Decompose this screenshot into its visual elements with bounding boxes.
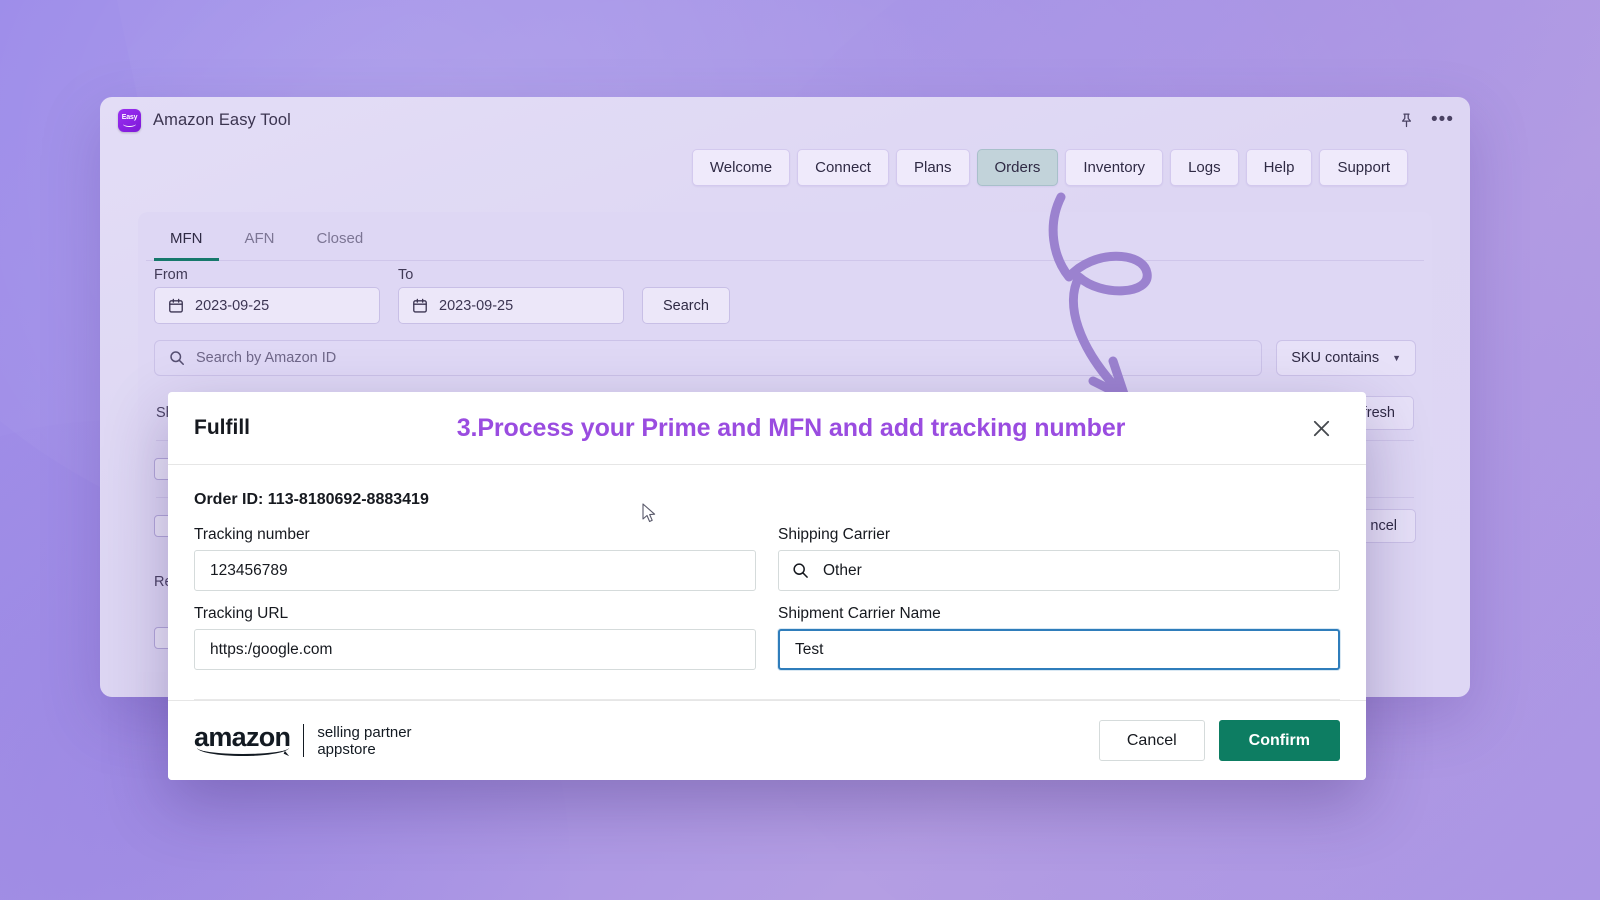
close-icon[interactable] [1304, 411, 1338, 445]
logo-subtitle: selling partner appstore [317, 724, 411, 758]
chevron-down-icon: ▼ [1392, 353, 1401, 363]
subtab-mfn[interactable]: MFN [154, 222, 219, 261]
modal-header: Fulfill 3.Process your Prime and MFN and… [168, 392, 1366, 465]
modal-title: Fulfill [194, 416, 250, 439]
field-shipment-carrier-name: Shipment Carrier Name Test [778, 605, 1340, 670]
tracking-url-input[interactable]: https:/google.com [194, 629, 756, 670]
tracking-url-label: Tracking URL [194, 605, 289, 622]
tracking-url-value: https:/google.com [210, 640, 333, 658]
shipping-carrier-value: Other [823, 561, 862, 579]
more-options-icon[interactable]: ••• [1431, 110, 1454, 129]
calendar-icon [413, 298, 427, 313]
to-date-group: To 2023-09-25 [398, 267, 624, 324]
app-logo-smile [123, 122, 136, 127]
from-date-input[interactable]: 2023-09-25 [154, 287, 380, 324]
to-date-input[interactable]: 2023-09-25 [398, 287, 624, 324]
amazon-selling-partner-logo: amazon selling partner appstore [194, 724, 412, 758]
shipment-carrier-name-value: Test [795, 640, 824, 658]
nav-tab-logs[interactable]: Logs [1170, 149, 1239, 186]
calendar-icon [169, 298, 183, 313]
shipping-carrier-input[interactable]: Other [778, 550, 1340, 591]
order-id-label: Order ID: 113-8180692-8883419 [194, 491, 429, 508]
annotation-text: 3.Process your Prime and MFN and add tra… [456, 413, 1126, 442]
window-titlebar: Easy Amazon Easy Tool ••• [100, 97, 1470, 143]
from-date-value: 2023-09-25 [195, 297, 270, 314]
cancel-button[interactable]: Cancel [1098, 720, 1205, 761]
amazon-wordmark: amazon [194, 724, 291, 757]
nav-tab-help[interactable]: Help [1245, 149, 1313, 186]
tracking-number-label: Tracking number [194, 526, 310, 543]
shipment-carrier-name-label: Shipment Carrier Name [778, 605, 941, 622]
search-icon [793, 563, 808, 578]
fulfill-modal: Fulfill 3.Process your Prime and MFN and… [168, 392, 1366, 780]
subtab-closed[interactable]: Closed [301, 222, 380, 261]
field-tracking-url: Tracking URL https:/google.com [194, 605, 756, 670]
field-shipping-carrier: Shipping Carrier Other [778, 526, 1340, 591]
search-row: Search by Amazon ID SKU contains ▼ [146, 324, 1424, 376]
pin-icon[interactable] [1398, 112, 1415, 129]
logo-divider [303, 724, 305, 757]
shipment-carrier-name-input[interactable]: Test [778, 629, 1340, 670]
sku-filter-dropdown[interactable]: SKU contains ▼ [1276, 340, 1416, 376]
search-icon [170, 351, 184, 365]
shipping-carrier-label: Shipping Carrier [778, 526, 890, 543]
amazon-smile-icon [197, 747, 289, 756]
nav-tab-support[interactable]: Support [1319, 149, 1408, 186]
nav-tab-orders[interactable]: Orders [976, 149, 1059, 186]
logo-subtitle-line1: selling partner [317, 723, 412, 741]
orders-subtabs: MFN AFN Closed [146, 212, 1424, 261]
tracking-number-input[interactable]: 123456789 [194, 550, 756, 591]
modal-footer-actions: Cancel Confirm [1098, 720, 1340, 761]
nav-tab-welcome[interactable]: Welcome [691, 149, 791, 186]
sku-filter-value: SKU contains [1291, 350, 1380, 366]
confirm-button[interactable]: Confirm [1218, 720, 1340, 761]
search-placeholder: Search by Amazon ID [196, 350, 337, 366]
to-date-value: 2023-09-25 [439, 297, 514, 314]
top-navigation: Welcome Connect Plans Orders Inventory L… [100, 143, 1470, 186]
modal-body: Order ID: 113-8180692-8883419 Tracking n… [168, 465, 1366, 700]
modal-body-divider [194, 699, 1340, 700]
titlebar-actions: ••• [1398, 110, 1454, 129]
app-logo-word: Easy [121, 113, 138, 121]
app-logo-icon: Easy [118, 108, 141, 132]
from-date-label: From [154, 267, 188, 283]
nav-tab-connect[interactable]: Connect [797, 149, 889, 186]
to-date-label: To [398, 267, 414, 283]
subtab-afn[interactable]: AFN [229, 222, 291, 261]
search-input[interactable]: Search by Amazon ID [154, 340, 1263, 376]
search-button[interactable]: Search [642, 287, 730, 324]
nav-tab-inventory[interactable]: Inventory [1065, 149, 1164, 186]
window-title: Amazon Easy Tool [153, 110, 291, 129]
modal-footer: amazon selling partner appstore Cancel C… [168, 700, 1366, 780]
date-filter-row: From 2023-09-25 To 2023-09-25 Search [146, 261, 1424, 324]
logo-subtitle-line2: appstore [317, 740, 376, 758]
from-date-group: From 2023-09-25 [154, 267, 380, 324]
nav-tab-plans[interactable]: Plans [895, 149, 970, 186]
field-tracking-number: Tracking number 123456789 [194, 526, 756, 591]
tracking-number-value: 123456789 [210, 561, 288, 579]
fulfill-form: Tracking number 123456789 Shipping Carri… [194, 526, 1340, 670]
